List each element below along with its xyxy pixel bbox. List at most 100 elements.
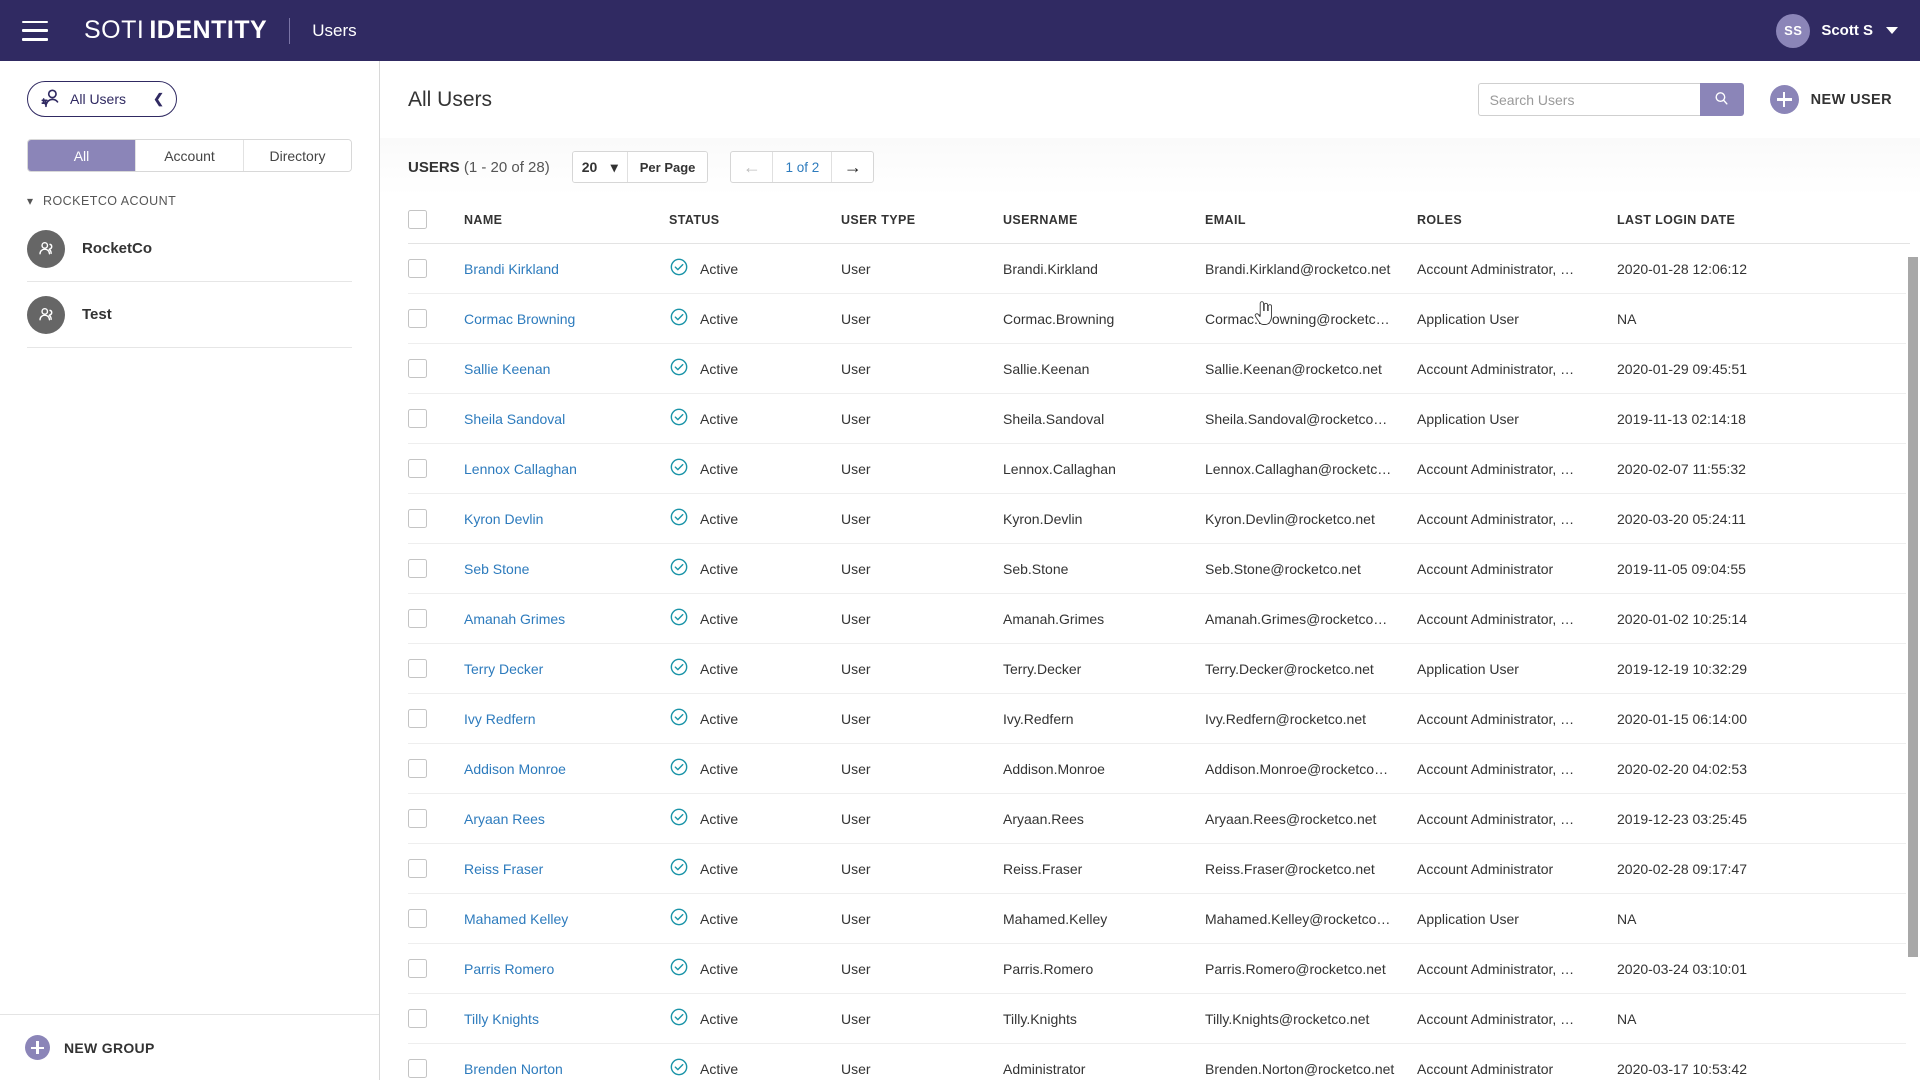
column-header-name[interactable]: NAME bbox=[464, 196, 669, 244]
row-checkbox[interactable] bbox=[408, 959, 427, 978]
row-checkbox[interactable] bbox=[408, 659, 427, 678]
row-checkbox[interactable] bbox=[408, 709, 427, 728]
row-checkbox[interactable] bbox=[408, 909, 427, 928]
cell-username: Ivy.Redfern bbox=[1003, 693, 1205, 744]
row-checkbox[interactable] bbox=[408, 509, 427, 528]
cell-status: Active bbox=[669, 293, 841, 344]
search-button[interactable] bbox=[1699, 83, 1744, 116]
user-account-menu[interactable]: SS Scott S bbox=[1776, 0, 1898, 61]
vertical-scrollbar[interactable] bbox=[1906, 257, 1920, 1080]
user-name-link[interactable]: Mahamed Kelley bbox=[464, 911, 568, 927]
roles-value: Account Administrator bbox=[1417, 860, 1554, 877]
row-checkbox[interactable] bbox=[408, 259, 427, 278]
select-all-checkbox[interactable] bbox=[408, 210, 427, 229]
page-indicator[interactable]: 1 of 2 bbox=[773, 152, 831, 182]
table-row[interactable]: Kyron Devlin Active User Kyron.Devlin Kyron.… bbox=[408, 493, 1910, 544]
previous-page-button[interactable]: ← bbox=[731, 152, 774, 182]
table-row[interactable]: Terry Decker Active User Terry.Decker Terry.… bbox=[408, 643, 1910, 694]
user-type-value: User bbox=[841, 860, 871, 877]
row-checkbox[interactable] bbox=[408, 1009, 427, 1028]
column-header-username[interactable]: USERNAME bbox=[1003, 196, 1205, 244]
cell-username: Reiss.Fraser bbox=[1003, 843, 1205, 894]
table-row[interactable]: Aryaan Rees Active User Aryaan.Rees Aryaan.R… bbox=[408, 793, 1910, 844]
new-group-button[interactable]: NEW GROUP bbox=[0, 1014, 379, 1080]
row-checkbox[interactable] bbox=[408, 559, 427, 578]
row-checkbox[interactable] bbox=[408, 759, 427, 778]
user-name-link[interactable]: Reiss Fraser bbox=[464, 861, 543, 877]
next-page-button[interactable]: → bbox=[831, 152, 873, 182]
user-name-link[interactable]: Addison Monroe bbox=[464, 761, 566, 777]
user-type-value: User bbox=[841, 1060, 871, 1077]
row-checkbox[interactable] bbox=[408, 409, 427, 428]
header-divider bbox=[289, 17, 291, 44]
cell-email: Addison.Monroe@rocketco… bbox=[1205, 743, 1417, 794]
all-users-filter-button[interactable]: All Users ❮ bbox=[27, 81, 177, 117]
user-name-link[interactable]: Parris Romero bbox=[464, 961, 554, 977]
user-name-link[interactable]: Brandi Kirkland bbox=[464, 261, 559, 277]
column-header-user-type[interactable]: USER TYPE bbox=[841, 196, 1003, 244]
table-row[interactable]: Reiss Fraser Active User Reiss.Fraser Reiss.… bbox=[408, 843, 1910, 894]
table-row[interactable]: Brandi Kirkland Active User Brandi.Kirkland… bbox=[408, 243, 1910, 294]
table-row[interactable]: Ivy Redfern Active User Ivy.Redfern Ivy.Redf… bbox=[408, 693, 1910, 744]
top-navigation-bar: SOTI IDENTITY Users SS Scott S bbox=[0, 0, 1920, 61]
table-row[interactable]: Parris Romero Active User Parris.Romero Parr… bbox=[408, 943, 1910, 994]
table-row[interactable]: Lennox Callaghan Active User Lennox.Callagh… bbox=[408, 443, 1910, 494]
row-select-cell bbox=[408, 593, 464, 644]
user-name-link[interactable]: Sallie Keenan bbox=[464, 361, 550, 377]
tab-directory[interactable]: Directory bbox=[244, 140, 351, 171]
table-row[interactable]: Amanah Grimes Active User Amanah.Grimes Aman… bbox=[408, 593, 1910, 644]
table-row[interactable]: Sallie Keenan Active User Sallie.Keenan Sall… bbox=[408, 343, 1910, 394]
user-name-link[interactable]: Tilly Knights bbox=[464, 1011, 539, 1027]
row-checkbox[interactable] bbox=[408, 1059, 427, 1078]
cell-name: Lennox Callaghan bbox=[464, 443, 669, 494]
user-name-link[interactable]: Brenden Norton bbox=[464, 1061, 563, 1077]
row-checkbox[interactable] bbox=[408, 609, 427, 628]
user-name-link[interactable]: Amanah Grimes bbox=[464, 611, 565, 627]
cell-email: Aryaan.Rees@rocketco.net bbox=[1205, 793, 1417, 844]
table-row[interactable]: Seb Stone Active User Seb.Stone Seb.Stone@ro… bbox=[408, 543, 1910, 594]
table-row[interactable]: Mahamed Kelley Active User Mahamed.Kelley Ma… bbox=[408, 893, 1910, 944]
table-row[interactable]: Cormac Browning Active User Cormac.Browning… bbox=[408, 293, 1910, 344]
per-page-select[interactable]: 20 ▾ bbox=[572, 152, 628, 182]
scrollbar-thumb[interactable] bbox=[1908, 257, 1918, 957]
search-input[interactable] bbox=[1477, 83, 1700, 116]
last-login-value: 2020-02-07 11:55:32 bbox=[1617, 460, 1746, 477]
last-login-value: NA bbox=[1617, 1010, 1637, 1027]
users-table: NAME STATUS USER TYPE USERNAME EMAIL ROL… bbox=[408, 196, 1910, 1080]
plus-circle-icon bbox=[1769, 85, 1799, 114]
column-header-last-login-date[interactable]: LAST LOGIN DATE bbox=[1617, 196, 1910, 244]
column-header-roles[interactable]: ROLES bbox=[1417, 196, 1617, 244]
row-checkbox[interactable] bbox=[408, 809, 427, 828]
row-checkbox[interactable] bbox=[408, 859, 427, 878]
user-name-link[interactable]: Kyron Devlin bbox=[464, 511, 543, 527]
row-checkbox[interactable] bbox=[408, 459, 427, 478]
column-header-email[interactable]: EMAIL bbox=[1205, 196, 1417, 244]
row-checkbox[interactable] bbox=[408, 359, 427, 378]
user-name-link[interactable]: Aryaan Rees bbox=[464, 811, 545, 827]
username-value: Ivy.Redfern bbox=[1003, 710, 1074, 727]
user-name-link[interactable]: Ivy Redfern bbox=[464, 711, 536, 727]
table-row[interactable]: Sheila Sandoval Active User Sheila.Sandoval… bbox=[408, 393, 1910, 444]
page-body: All Users ❮ All Account Directory ▾ ROCK… bbox=[0, 61, 1920, 1080]
sidebar-group-test[interactable]: Test bbox=[27, 282, 352, 348]
table-row[interactable]: Tilly Knights Active User Tilly.Knights Till… bbox=[408, 993, 1910, 1044]
table-row[interactable]: Addison Monroe Active User Addison.Monroe Ad… bbox=[408, 743, 1910, 794]
group-section-header[interactable]: ▾ ROCKETCO ACOUNT bbox=[27, 194, 379, 208]
row-checkbox[interactable] bbox=[408, 309, 427, 328]
user-name-link[interactable]: Cormac Browning bbox=[464, 311, 575, 327]
tab-all[interactable]: All bbox=[28, 140, 136, 171]
user-name-link[interactable]: Terry Decker bbox=[464, 661, 543, 677]
column-header-status[interactable]: STATUS bbox=[669, 196, 841, 244]
row-select-cell bbox=[408, 393, 464, 444]
new-user-button[interactable]: NEW USER bbox=[1769, 85, 1892, 114]
table-row[interactable]: Brenden Norton Active User Administrator Bre… bbox=[408, 1043, 1910, 1080]
cell-user-type: User bbox=[841, 693, 1003, 744]
status-active-icon bbox=[669, 957, 689, 980]
hamburger-menu-icon[interactable] bbox=[22, 20, 48, 41]
tab-account[interactable]: Account bbox=[136, 140, 244, 171]
user-name-link[interactable]: Lennox Callaghan bbox=[464, 461, 577, 477]
user-name-link[interactable]: Sheila Sandoval bbox=[464, 411, 565, 427]
sidebar-group-rocketco[interactable]: RocketCo bbox=[27, 216, 352, 282]
user-name-link[interactable]: Seb Stone bbox=[464, 561, 529, 577]
username-value: Parris.Romero bbox=[1003, 960, 1094, 977]
